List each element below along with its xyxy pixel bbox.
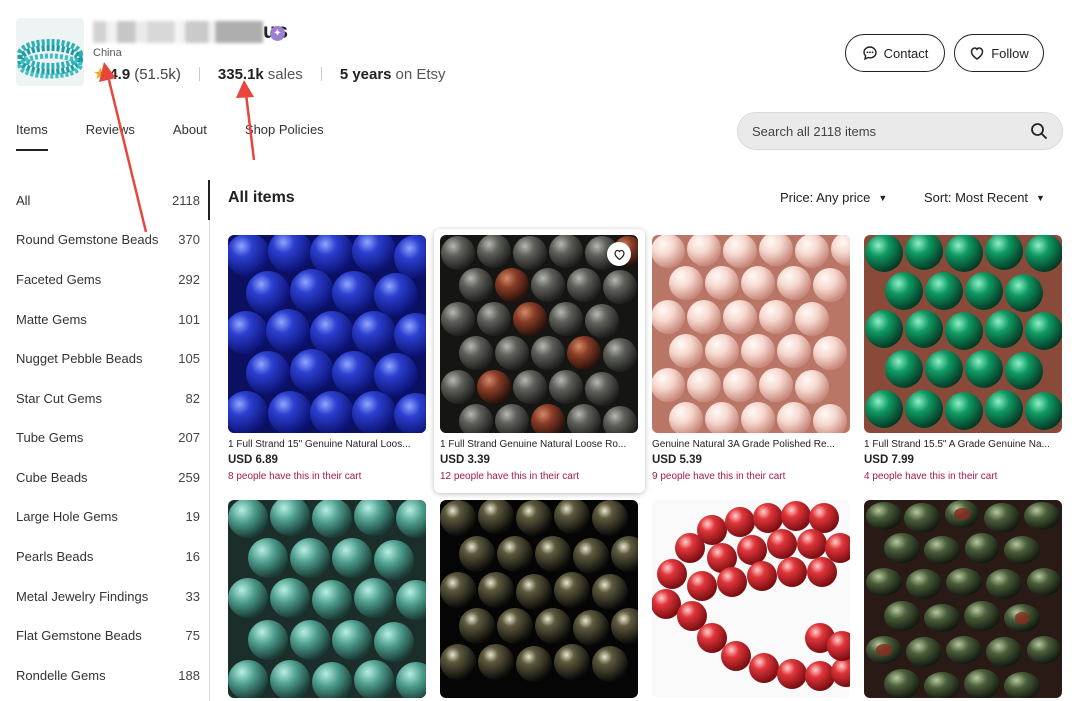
sidebar-item-faceted-gems[interactable]: Faceted Gems 292	[16, 272, 200, 287]
years-count: 5 years	[339, 65, 392, 83]
star-icon: ★	[93, 66, 108, 83]
category-sidebar: All 2118 Round Gemstone Beads 370 Faceted …	[16, 180, 210, 701]
star-seller-icon: ✦	[270, 26, 285, 41]
product-card[interactable]	[864, 500, 1062, 698]
product-title[interactable]: 1 Full Strand 15.5" A Grade Genuine Na..…	[864, 439, 1062, 450]
caret-down-icon: ▼	[1036, 192, 1045, 203]
product-image-obsidian-beads[interactable]	[440, 500, 638, 698]
sidebar-item-cube-beads[interactable]: Cube Beads 259	[16, 470, 200, 485]
caret-down-icon: ▼	[878, 192, 888, 203]
product-cart-note: 9 people have this in their cart	[652, 471, 786, 482]
product-cart-note: 12 people have this in their cart	[440, 471, 579, 482]
product-card[interactable]	[440, 500, 638, 698]
product-price: USD 5.39	[652, 454, 702, 466]
product-card[interactable]: 1 Full Strand 15" Genuine Natural Loos..…	[228, 235, 426, 482]
tab-items[interactable]: Items	[16, 122, 48, 151]
product-price: USD 6.89	[228, 454, 278, 466]
product-image-mixed-jasper-beads[interactable]	[440, 235, 638, 433]
product-title[interactable]: 1 Full Strand 15" Genuine Natural Loos..…	[228, 439, 426, 450]
product-price: USD 3.39	[440, 454, 490, 466]
product-image-african-turquoise-beads[interactable]	[228, 500, 426, 698]
product-image-malachite-beads[interactable]	[864, 235, 1062, 433]
sidebar-item-tube-gems[interactable]: Tube Gems 207	[16, 430, 200, 445]
product-title[interactable]: Genuine Natural 3A Grade Polished Re...	[652, 439, 850, 450]
chat-icon	[862, 46, 877, 61]
sidebar-item-pearls-beads[interactable]: Pearls Beads 16	[16, 549, 200, 564]
sales-count: 335.1k	[217, 65, 264, 83]
sidebar-item-all[interactable]: All 2118	[16, 193, 200, 208]
sidebar-item-nugget-pebble-beads[interactable]: Nugget Pebble Beads 105	[16, 351, 200, 366]
shop-tabs: Items Reviews About Shop Policies	[16, 122, 362, 151]
product-card[interactable]	[652, 500, 850, 698]
sidebar-divider	[209, 220, 210, 701]
sidebar-item-rondelle-gems[interactable]: Rondelle Gems 188	[16, 668, 200, 683]
years-label: on Etsy	[395, 65, 446, 83]
divider	[320, 67, 322, 81]
sort-dropdown[interactable]: Sort: Most Recent ▼	[924, 190, 1045, 205]
price-filter-dropdown[interactable]: Price: Any price ▼	[780, 190, 887, 205]
divider	[198, 67, 200, 81]
product-price: USD 7.99	[864, 454, 914, 466]
product-card[interactable]	[228, 500, 426, 698]
product-image-pink-opal-beads[interactable]	[652, 235, 850, 433]
contact-button[interactable]: Contact	[845, 34, 945, 72]
sales-label: sales	[267, 65, 303, 83]
search-input[interactable]: Search all 2118 items	[737, 112, 1063, 150]
contact-label: Contact	[883, 45, 929, 61]
sidebar-item-flat-gemstone-beads[interactable]: Flat Gemstone Beads 75	[16, 628, 200, 643]
follow-button[interactable]: Follow	[954, 34, 1044, 72]
sidebar-item-star-cut-gems[interactable]: Star Cut Gems 82	[16, 391, 200, 406]
sidebar-active-indicator	[208, 180, 210, 220]
sidebar-item-matte-gems[interactable]: Matte Gems 101	[16, 312, 200, 327]
product-image-red-sea-sediment-beads[interactable]	[652, 500, 850, 698]
product-cart-note: 8 people have this in their cart	[228, 471, 362, 482]
favorite-button[interactable]	[607, 242, 631, 266]
tab-reviews[interactable]: Reviews	[86, 122, 135, 151]
product-image-bloodstone-nugget-beads[interactable]	[864, 500, 1062, 698]
product-card[interactable]: Genuine Natural 3A Grade Polished Re... …	[652, 235, 850, 482]
tab-about[interactable]: About	[173, 122, 207, 151]
heart-icon	[970, 47, 984, 60]
search-icon[interactable]	[1030, 122, 1048, 140]
shop-stats: ★ 4.9 (51.5k) 335.1k sales 5 years on Et…	[93, 64, 446, 84]
sidebar-item-metal-jewelry-findings[interactable]: Metal Jewelry Findings 33	[16, 589, 200, 604]
shop-logo[interactable]	[16, 18, 84, 86]
shop-rating[interactable]: 4.9	[109, 66, 130, 83]
product-image-lapis-beads[interactable]	[228, 235, 426, 433]
sidebar-item-round-gemstone-beads[interactable]: Round Gemstone Beads 370	[16, 232, 200, 247]
sidebar-item-large-hole-gems[interactable]: Large Hole Gems 19	[16, 509, 200, 524]
section-title: All items	[228, 189, 295, 206]
review-count[interactable]: (51.5k)	[134, 66, 181, 83]
product-card[interactable]: 1 Full Strand 15.5" A Grade Genuine Na..…	[864, 235, 1062, 482]
product-cart-note: 4 people have this in their cart	[864, 471, 998, 482]
search-placeholder: Search all 2118 items	[752, 123, 877, 139]
shop-location: China	[93, 47, 122, 59]
shop-name-redacted	[93, 21, 263, 44]
tab-shop-policies[interactable]: Shop Policies	[245, 122, 324, 151]
product-card[interactable]: 1 Full Strand Genuine Natural Loose Ro..…	[434, 229, 645, 493]
shop-name: us	[93, 20, 289, 44]
product-title[interactable]: 1 Full Strand Genuine Natural Loose Ro..…	[440, 439, 639, 450]
follow-label: Follow	[991, 45, 1029, 61]
heart-icon	[613, 249, 625, 260]
